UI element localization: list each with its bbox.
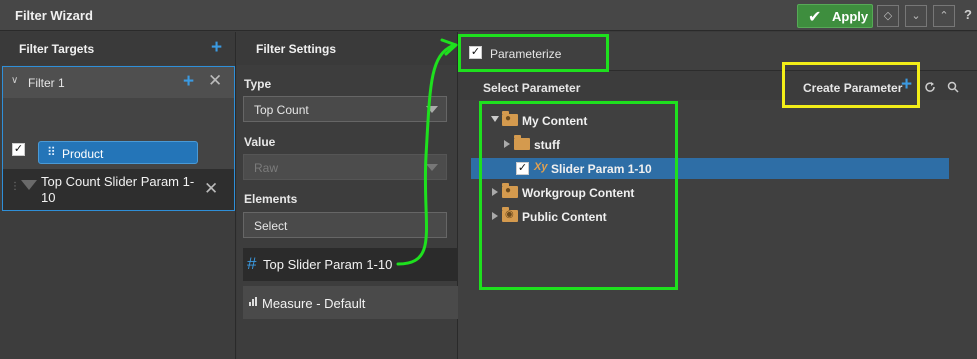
- filter-header[interactable]: ∨ Filter 1 + ✕: [3, 67, 234, 98]
- filter-targets-header: Filter Targets +: [0, 32, 235, 65]
- type-value: Top Count: [254, 103, 309, 117]
- parameterize-highlight: [458, 34, 609, 72]
- annotation-arrow: [396, 38, 458, 266]
- hash-icon: #: [247, 254, 257, 273]
- create-parameter-highlight: [782, 62, 920, 108]
- value-value: Raw: [254, 161, 279, 175]
- diamond-icon[interactable]: ◇: [877, 5, 899, 27]
- close-icon[interactable]: ✕: [204, 179, 218, 199]
- filter-targets-title: Filter Targets: [19, 42, 95, 56]
- product-label: Product: [62, 147, 104, 161]
- chevron-down-icon[interactable]: ⌄: [905, 5, 927, 27]
- filter-targets-panel: Filter Targets + ∨ Filter 1 + ✕ ✓ ⠿ Prod…: [0, 32, 236, 359]
- element-label: Top Slider Param 1-10: [263, 257, 393, 272]
- element-measure-default[interactable]: Measure - Default: [243, 286, 458, 319]
- type-label: Type: [244, 77, 272, 91]
- add-target-icon[interactable]: +: [183, 71, 194, 93]
- chevron-down-icon[interactable]: ∨: [11, 75, 18, 86]
- product-checkbox[interactable]: ✓: [12, 143, 25, 156]
- value-label: Value: [244, 135, 276, 149]
- bar-chart-icon: [249, 297, 257, 306]
- product-pill[interactable]: ⠿ Product: [38, 141, 198, 164]
- filter-card: ∨ Filter 1 + ✕ ✓ ⠿ Product ⋮ Top Count S…: [2, 66, 235, 211]
- help-button[interactable]: ?: [964, 7, 972, 22]
- window-title: Filter Wizard: [15, 8, 93, 23]
- filter-settings-title: Filter Settings: [256, 42, 337, 56]
- apply-button[interactable]: ✔ Apply: [797, 4, 873, 28]
- apply-label: Apply: [832, 9, 869, 24]
- param-target-label: Top Count Slider Param 1-10: [41, 174, 195, 205]
- param-target-row[interactable]: ⋮ Top Count Slider Param 1-10 ✕: [3, 169, 234, 210]
- elements-label: Elements: [244, 192, 298, 206]
- close-icon[interactable]: ✕: [208, 71, 222, 91]
- title-bar: Filter Wizard ✔ Apply ◇ ⌄ ⌃ ?: [0, 0, 977, 31]
- grid-icon: ⠿: [47, 145, 56, 159]
- tree-highlight: [479, 101, 678, 290]
- filter-funnel-icon: [21, 180, 37, 190]
- elements-value: Select: [254, 219, 288, 233]
- drag-handle-icon[interactable]: ⋮: [10, 181, 20, 192]
- check-icon: ✔: [808, 9, 822, 26]
- filter-name: Filter 1: [28, 76, 65, 90]
- chevron-up-icon[interactable]: ⌃: [933, 5, 955, 27]
- add-filter-icon[interactable]: +: [211, 37, 222, 59]
- element-label: Measure - Default: [262, 296, 366, 311]
